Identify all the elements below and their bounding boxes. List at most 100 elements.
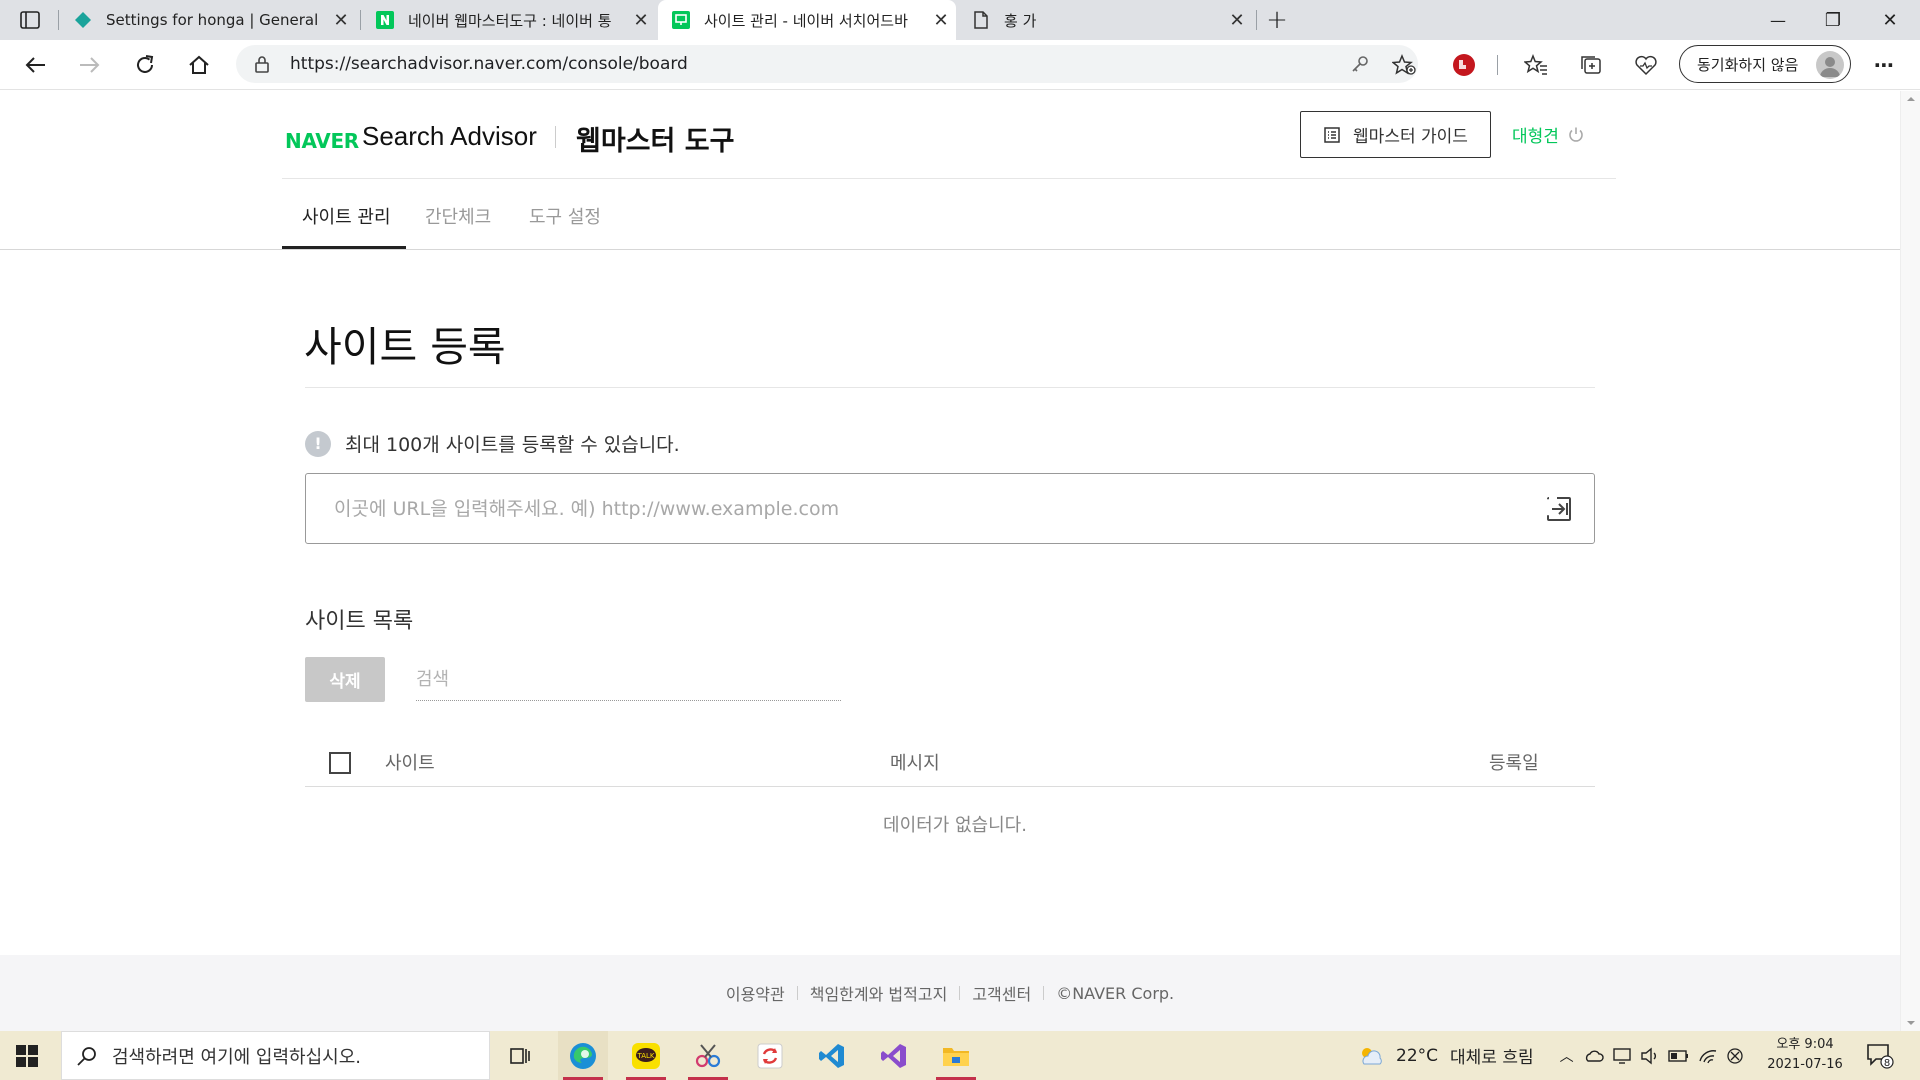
profile-sync-button[interactable]: 동기화하지 않음 [1679, 45, 1851, 83]
column-site[interactable]: 사이트 [385, 749, 435, 775]
more-menu-button[interactable]: ⋯ [1866, 47, 1902, 83]
tab-naver-webmaster[interactable]: 네이버 웹마스터도구 : 네이버 통 ✕ [362, 0, 656, 40]
nav-divider [0, 249, 1900, 250]
chevron-up-icon[interactable]: ︿ [1560, 1046, 1574, 1066]
volume-icon [1640, 1047, 1656, 1064]
lock-icon[interactable] [254, 55, 270, 77]
submit-enter-icon[interactable] [1546, 496, 1572, 526]
refresh-icon [137, 55, 154, 73]
search-advisor-logo[interactable]: Search Advisor [362, 121, 537, 152]
kakaotalk-app-icon[interactable]: TALK [621, 1031, 671, 1080]
favorites-button[interactable] [1518, 47, 1554, 83]
footer-divider [959, 986, 961, 1000]
home-button[interactable] [181, 47, 217, 83]
performance-button[interactable] [1628, 47, 1664, 83]
list-icon [1324, 126, 1340, 143]
task-view-icon[interactable] [495, 1031, 545, 1080]
footer-link-terms[interactable]: 이용약관 [726, 981, 785, 1005]
file-explorer-app-icon[interactable] [931, 1031, 981, 1080]
naver-logo[interactable]: NAVER [285, 129, 359, 153]
network-monitor-icon [1612, 1047, 1631, 1064]
vertical-scrollbar[interactable] [1900, 91, 1920, 1031]
collections-button[interactable] [1573, 47, 1609, 83]
tab-title: Settings for honga | General [106, 11, 319, 29]
footer-link-disclaimer[interactable]: 책임한계와 법적고지 [810, 981, 948, 1005]
taskbar-search-placeholder: 검색하려면 여기에 입력하십시오. [112, 1046, 362, 1068]
site-table-header: 사이트 메시지 등록일 [305, 729, 1595, 787]
select-all-checkbox[interactable] [329, 752, 351, 774]
clock-date: 2021-07-16 [1767, 1057, 1843, 1072]
visual-studio-app-icon[interactable] [869, 1031, 919, 1080]
tab-settings-honga[interactable]: Settings for honga | General ✕ [60, 0, 356, 40]
home-icon [189, 55, 209, 74]
tab-title: 네이버 웹마스터도구 : 네이버 통 [408, 11, 612, 30]
site-search-input[interactable] [416, 659, 841, 699]
delete-button[interactable]: 삭제 [305, 657, 385, 702]
key-icon[interactable] [1350, 54, 1370, 78]
new-tab-button[interactable]: + [1259, 2, 1295, 38]
close-window-button[interactable]: ✕ [1872, 2, 1908, 38]
scroll-up-icon [1907, 97, 1915, 101]
column-message: 메시지 [890, 753, 940, 774]
refresh-button[interactable] [127, 47, 163, 83]
tab-hong-ga[interactable]: 홍 가 ✕ [958, 0, 1252, 40]
tab-tool-settings[interactable]: 도구 설정 [529, 203, 601, 229]
notification-center-icon[interactable]: 8 [1866, 1043, 1894, 1073]
user-name[interactable]: 대형견 [1512, 122, 1559, 147]
taskbar-search[interactable]: 검색하려면 여기에 입력하십시오. [61, 1031, 490, 1080]
snipping-tool-app-icon[interactable] [683, 1031, 733, 1080]
browser-toolbar: https://searchadvisor.naver.com/console/… [0, 40, 1920, 90]
tab-separator [58, 10, 59, 30]
clock-time: 오후 9:04 [1776, 1037, 1834, 1052]
tab-title: 사이트 관리 - 네이버 서치어드바 [704, 11, 908, 30]
scroll-down-icon [1907, 1021, 1915, 1025]
empty-table-message: 데이터가 없습니다. [883, 815, 1027, 836]
guide-button-label: 웹마스터 가이드 [1353, 127, 1468, 147]
column-registered-date[interactable]: 등록일 [1489, 749, 1539, 775]
edge-app-icon[interactable] [558, 1031, 608, 1080]
browser-tab-bar: Settings for honga | General ✕ 네이버 웹마스터도… [0, 0, 1920, 40]
toolbar-separator [1497, 55, 1498, 75]
search-advisor-icon [672, 11, 690, 29]
ime-status-icon [1726, 1047, 1743, 1064]
site-list-title: 사이트 목록 [305, 609, 414, 634]
site-search-field[interactable] [416, 659, 841, 701]
weather-temperature[interactable]: 22°C [1396, 1046, 1438, 1066]
weather-condition[interactable]: 대체로 흐림 [1450, 1043, 1534, 1068]
tab-simple-check[interactable]: 간단체크 [425, 203, 491, 229]
windows-start-icon[interactable] [16, 1045, 38, 1071]
info-icon: ! [305, 430, 331, 457]
restore-button[interactable]: ❐ [1815, 2, 1851, 38]
footer-link-support[interactable]: 고객센터 [972, 981, 1031, 1005]
sync-app-icon[interactable] [745, 1031, 795, 1080]
footer-copyright[interactable]: ©NAVER Corp. [1056, 984, 1174, 1003]
site-url-field[interactable] [305, 473, 1595, 544]
tab-separator [360, 10, 361, 30]
tab-close-icon[interactable]: ✕ [926, 10, 956, 31]
footer: 이용약관 책임한계와 법적고지 고객센터 ©NAVER Corp. [0, 955, 1900, 1031]
taskbar-clock[interactable]: 오후 9:04 2021-07-16 [1763, 1035, 1847, 1075]
back-button[interactable] [17, 47, 53, 83]
minimize-button[interactable]: — [1760, 2, 1796, 38]
site-url-input[interactable] [334, 474, 1514, 543]
add-favorite-icon[interactable] [1391, 54, 1416, 80]
favorites-icon [1524, 54, 1547, 75]
notice: ! 최대 100개 사이트를 등록할 수 있습니다. [305, 430, 680, 457]
tab-close-icon[interactable]: ✕ [626, 10, 656, 31]
user-menu[interactable]: 대형견 [1512, 122, 1585, 147]
search-icon [77, 1046, 96, 1066]
url-text[interactable]: https://searchadvisor.naver.com/console/… [290, 54, 688, 74]
address-bar[interactable]: https://searchadvisor.naver.com/console/… [236, 45, 1418, 83]
tab-site-management[interactable]: 사이트 관리 [302, 203, 391, 229]
tab-actions-icon[interactable] [12, 2, 48, 38]
arrow-left-icon [25, 57, 45, 73]
vscode-app-icon[interactable] [807, 1031, 857, 1080]
tab-site-manage[interactable]: 사이트 관리 - 네이버 서치어드바 ✕ [658, 0, 956, 40]
page-section-title[interactable]: 웹마스터 도구 [576, 119, 734, 158]
tab-close-icon[interactable]: ✕ [1222, 10, 1252, 31]
forward-button[interactable] [72, 47, 108, 83]
extension-lastpass-icon[interactable] [1446, 47, 1482, 83]
tab-close-icon[interactable]: ✕ [326, 10, 356, 31]
webmaster-guide-button[interactable]: 웹마스터 가이드 [1300, 111, 1491, 158]
avatar [1816, 51, 1844, 79]
